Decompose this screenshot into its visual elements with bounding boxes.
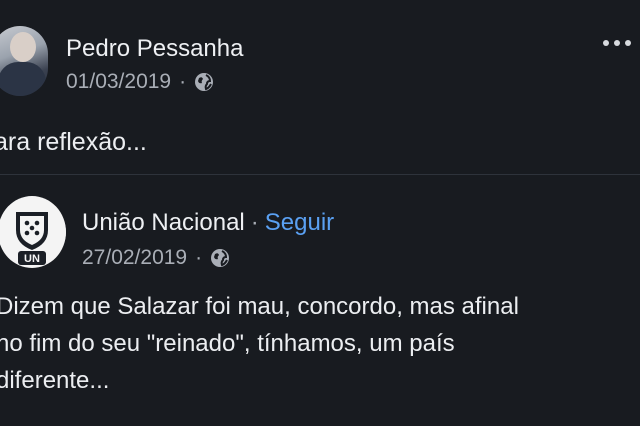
body-line: Dizem que Salazar foi mau, concordo, mas…: [0, 293, 519, 320]
avatar-head: [10, 32, 36, 62]
follow-button[interactable]: Seguir: [265, 209, 334, 237]
globe-icon[interactable]: [210, 248, 230, 268]
post-date[interactable]: 01/03/2019: [66, 70, 171, 94]
shared-post-meta: 27/02/2019 ·: [82, 246, 230, 270]
shared-post-date[interactable]: 27/02/2019: [82, 246, 187, 270]
post-meta: 01/03/2019 ·: [66, 70, 214, 94]
shared-post-body: Dizem que Salazar foi mau, concordo, mas…: [0, 288, 636, 399]
post-header: Pedro Pessanha 01/03/2019 ·: [0, 0, 640, 112]
shared-author-line: União Nacional · Seguir: [82, 209, 334, 237]
body-line: no fim do seu "reinado", tínhamos, um pa…: [0, 330, 455, 357]
more-options-icon: [625, 40, 631, 46]
avatar-suit: [0, 62, 46, 96]
more-options-button[interactable]: [603, 33, 639, 53]
shared-author-name[interactable]: União Nacional: [82, 209, 245, 237]
post-text: ara reflexão...: [0, 128, 147, 156]
more-options-icon: [614, 40, 620, 46]
author-separator: ·: [250, 209, 259, 236]
logo-text: UN: [24, 253, 40, 265]
meta-separator: ·: [195, 246, 203, 269]
uniao-nacional-logo[interactable]: UN: [0, 196, 66, 268]
author-name[interactable]: Pedro Pessanha: [66, 35, 243, 63]
author-avatar[interactable]: [0, 26, 48, 96]
body-line: diferente...: [0, 367, 110, 394]
divider: [0, 174, 640, 175]
more-options-icon: [603, 40, 609, 46]
globe-icon[interactable]: [194, 72, 214, 92]
meta-separator: ·: [179, 70, 187, 93]
